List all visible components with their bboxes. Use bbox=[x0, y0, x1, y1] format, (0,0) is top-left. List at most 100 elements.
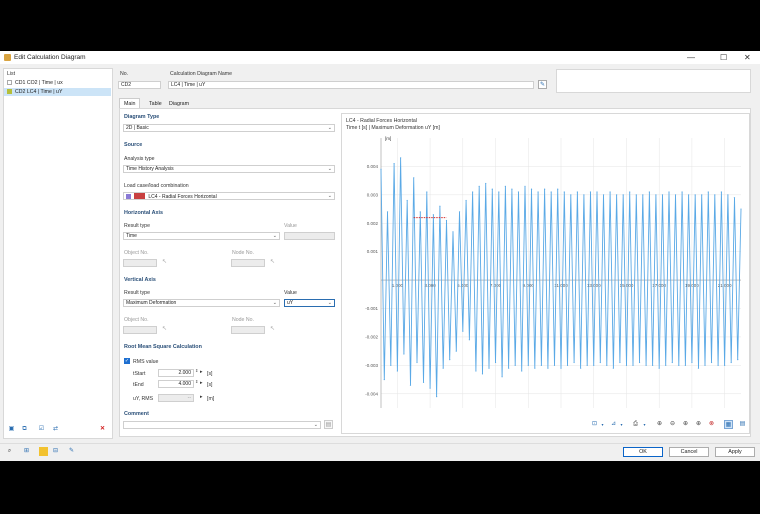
x-tick-label: 5.000 bbox=[457, 283, 469, 288]
v-value-select[interactable]: uY ⌄ bbox=[284, 299, 335, 307]
data-point bbox=[426, 191, 428, 193]
apply-button[interactable]: Apply bbox=[715, 447, 755, 457]
print-icon[interactable]: ⎙ bbox=[631, 420, 640, 429]
y-tick-label: 0.004 bbox=[367, 164, 379, 169]
data-point bbox=[439, 205, 441, 207]
data-point bbox=[566, 364, 569, 366]
ok-button[interactable]: OK bbox=[623, 447, 663, 457]
check-all-icon[interactable]: ☑ bbox=[37, 425, 46, 434]
y-tick-label: -0.003 bbox=[365, 363, 378, 368]
diagram-type-select[interactable]: 2D | Basic ⌄ bbox=[123, 124, 335, 132]
edit-icon[interactable]: ✎ bbox=[67, 447, 76, 456]
data-point bbox=[671, 361, 673, 364]
no-label: No. bbox=[120, 71, 129, 77]
tend-spinner-icon[interactable]: ⇕ bbox=[195, 379, 198, 384]
data-point bbox=[475, 370, 477, 372]
chevron-down-icon: ⌄ bbox=[327, 125, 332, 131]
search-icon[interactable]: ⌕ bbox=[5, 447, 14, 456]
data-point bbox=[547, 367, 549, 369]
units-icon[interactable]: ⊞ bbox=[22, 447, 31, 456]
tstart-spinner-icon[interactable]: ⇕ bbox=[195, 368, 198, 373]
v-result-type-select[interactable]: Maximum Deformation ⌄ bbox=[123, 299, 280, 307]
data-point bbox=[710, 361, 713, 364]
zoom-in-icon[interactable]: ⊕ bbox=[655, 420, 664, 429]
data-point bbox=[537, 191, 539, 193]
urms-arrow-icon[interactable]: ▸ bbox=[200, 394, 203, 400]
chevron-down-icon[interactable]: ▾ bbox=[617, 420, 626, 429]
grid-toggle-icon[interactable]: ▦ bbox=[724, 420, 733, 429]
data-point bbox=[524, 185, 526, 187]
load-case-select[interactable]: LC4 LC4 - Radial Forces Horizontal ⌄ bbox=[123, 192, 335, 200]
data-point bbox=[527, 364, 529, 366]
tend-input[interactable]: 4.000 bbox=[158, 380, 194, 388]
comment-edit-icon[interactable]: ▤ bbox=[324, 420, 333, 429]
rms-checkbox[interactable]: ✓ bbox=[124, 358, 130, 364]
tstart-input[interactable]: 2.000 bbox=[158, 369, 194, 377]
zoom-x-icon[interactable]: ⊕ bbox=[681, 420, 690, 429]
data-point bbox=[436, 396, 438, 398]
y-tick-label: -0.004 bbox=[365, 391, 378, 396]
data-point bbox=[432, 214, 434, 216]
data-point bbox=[684, 364, 686, 366]
data-point bbox=[452, 231, 454, 233]
data-point bbox=[462, 330, 464, 332]
data-point bbox=[514, 364, 516, 366]
table-icon[interactable]: ⊟ bbox=[51, 447, 60, 456]
tend-arrow-icon[interactable]: ▸ bbox=[200, 380, 203, 386]
new-diagram-icon[interactable]: ▣ bbox=[7, 425, 16, 434]
data-point bbox=[465, 199, 467, 202]
name-field[interactable]: LC4 | Time | uY bbox=[168, 81, 534, 89]
comment-field[interactable]: ⌄ bbox=[123, 421, 321, 429]
chevron-down-icon[interactable]: ▾ bbox=[640, 420, 649, 429]
tstart-arrow-icon[interactable]: ▸ bbox=[200, 369, 203, 375]
data-point bbox=[508, 367, 510, 369]
tab-main[interactable]: Main bbox=[119, 98, 141, 108]
zoom-reset-icon[interactable]: ⊗ bbox=[707, 420, 716, 429]
chevron-down-icon: ⌄ bbox=[327, 193, 332, 199]
data-point bbox=[616, 194, 618, 196]
cancel-button[interactable]: Cancel bbox=[669, 447, 709, 457]
data-point bbox=[573, 361, 575, 364]
h-object-field bbox=[123, 259, 157, 267]
no-field[interactable]: CD2 bbox=[118, 81, 161, 89]
list-item-selected[interactable]: CD2 LC4 | Time | uY bbox=[4, 88, 111, 96]
data-point bbox=[481, 373, 484, 375]
data-point bbox=[396, 370, 398, 372]
data-point bbox=[652, 364, 654, 366]
zoom-out-icon[interactable]: ⊖ bbox=[668, 420, 677, 429]
copy-diagram-icon[interactable]: ⧉ bbox=[20, 425, 29, 434]
diagram-type-value: 2D | Basic bbox=[126, 125, 149, 131]
data-point bbox=[530, 188, 533, 190]
tab-diagram[interactable]: Diagram bbox=[164, 98, 194, 108]
delete-icon[interactable]: ✕ bbox=[98, 425, 107, 434]
urms-unit: [m] bbox=[207, 396, 215, 402]
y-tick-label: 0.003 bbox=[367, 192, 379, 197]
data-point bbox=[606, 364, 608, 366]
data-point bbox=[557, 188, 559, 190]
close-button[interactable]: ✕ bbox=[744, 53, 751, 62]
chevron-down-icon: ⌄ bbox=[272, 300, 277, 306]
data-point bbox=[383, 378, 385, 381]
h-result-type-select[interactable]: Time ⌄ bbox=[123, 232, 280, 240]
list-item[interactable]: CD1 CO2 | Time | ux bbox=[4, 79, 111, 87]
uncheck-icon[interactable]: ⇄ bbox=[51, 425, 60, 434]
data-point bbox=[593, 364, 595, 366]
edit-name-icon[interactable]: ✎ bbox=[538, 80, 547, 89]
v-result-type-value: Maximum Deformation bbox=[126, 300, 177, 306]
zoom-y-icon[interactable]: ⊕ bbox=[694, 420, 703, 429]
deformation-time-chart: [m]1.000 3.000 5.000 7.000 9.000 11.000 13.000… bbox=[365, 136, 742, 408]
data-point bbox=[619, 361, 621, 364]
list-item-code: CD2 bbox=[15, 89, 26, 95]
data-point bbox=[668, 191, 670, 193]
minimize-button[interactable]: — bbox=[687, 53, 695, 62]
color-swatch bbox=[7, 89, 12, 94]
maximize-button[interactable]: ☐ bbox=[720, 53, 727, 62]
data-point bbox=[602, 194, 605, 196]
analysis-type-select[interactable]: Time History Analysis ⌄ bbox=[123, 165, 335, 173]
chevron-down-icon[interactable]: ▾ bbox=[598, 420, 607, 429]
color-icon[interactable]: ■ bbox=[39, 447, 48, 456]
data-point bbox=[498, 191, 500, 193]
data-point bbox=[563, 191, 565, 193]
data-point bbox=[622, 194, 624, 196]
legend-toggle-icon[interactable]: ▤ bbox=[738, 420, 747, 429]
